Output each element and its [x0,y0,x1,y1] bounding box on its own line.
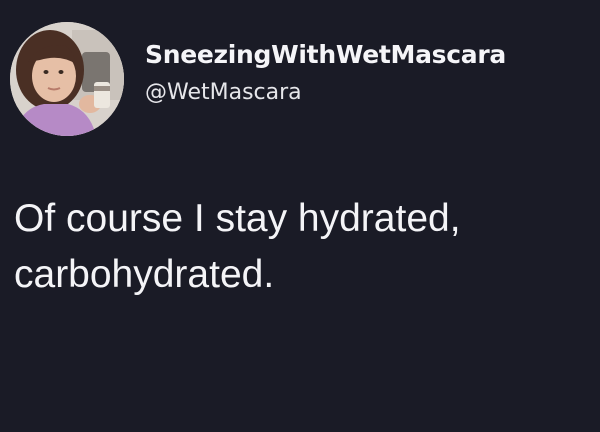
author-handle[interactable]: @WetMascara [145,78,506,108]
tweet-text-line: carbohydrated. [14,253,275,296]
avatar-photo [10,22,124,136]
tweet-card: SneezingWithWetMascara @WetMascara Of co… [0,0,600,432]
author-info: SneezingWithWetMascara @WetMascara [145,38,506,108]
tweet-text: Of course I stay hydrated, carbohydrated… [14,191,589,303]
tweet-text-line: Of course I stay hydrated, [14,197,461,240]
author-avatar[interactable] [10,22,124,136]
author-display-name[interactable]: SneezingWithWetMascara [145,38,506,72]
